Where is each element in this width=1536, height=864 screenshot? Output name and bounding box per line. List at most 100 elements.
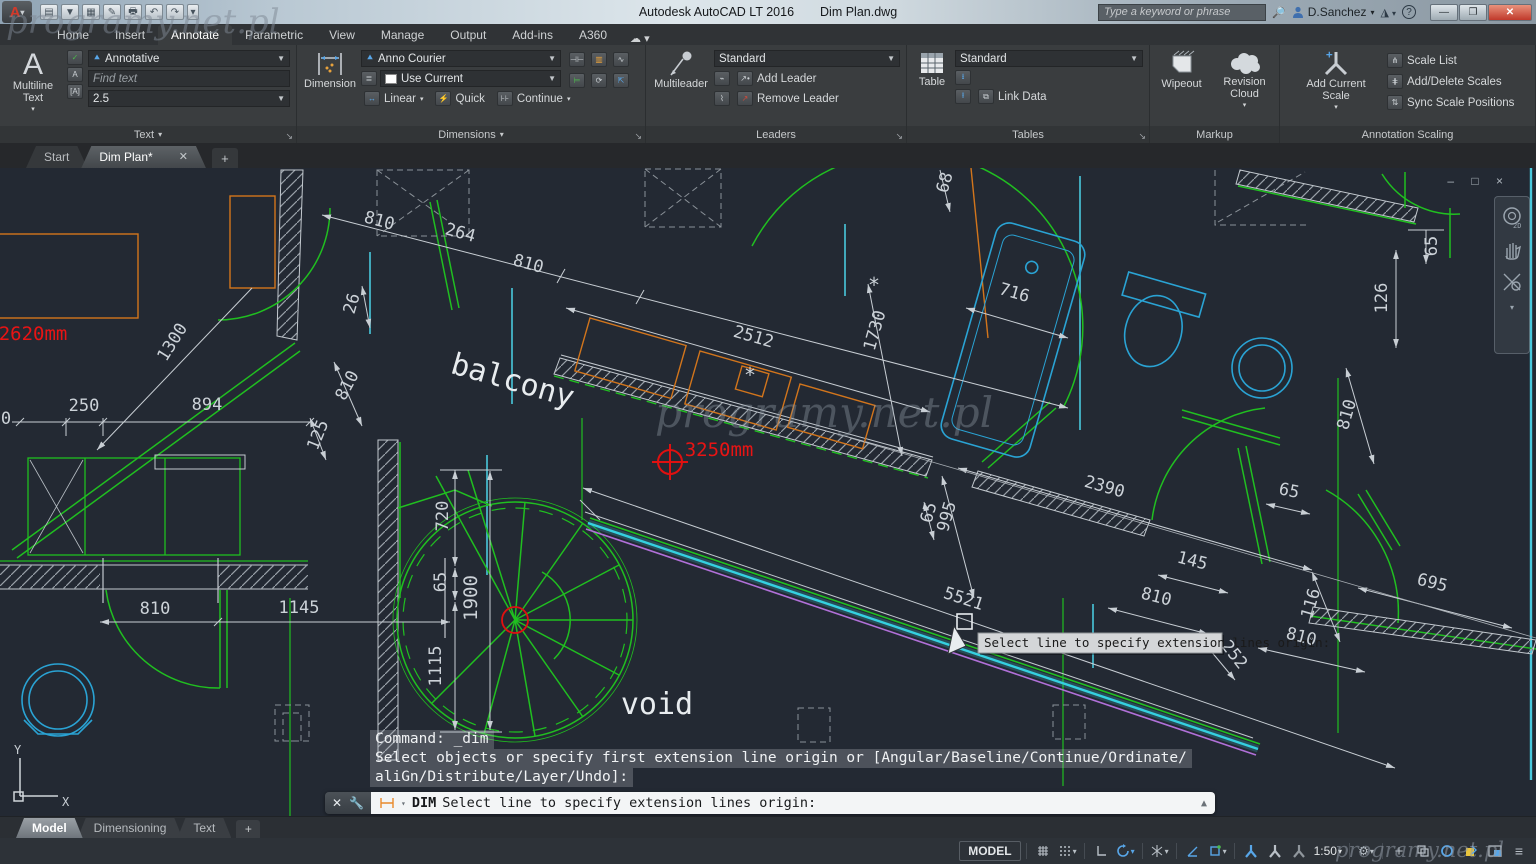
file-tab-dimplan[interactable]: Dim Plan*✕ — [81, 146, 206, 168]
remove-leader-button[interactable]: ↗ Remove Leader — [734, 90, 842, 107]
clean-screen-button[interactable] — [1484, 841, 1506, 861]
tab-insert[interactable]: Insert — [102, 25, 158, 45]
isometric-drafting-toggle[interactable]: ▾ — [1148, 841, 1171, 861]
panel-text-footer[interactable]: Text▾ ↘ — [0, 126, 296, 143]
dim-layer-icon[interactable]: ≣ — [361, 71, 377, 86]
dim-inspect-icon[interactable]: ⊨ — [569, 73, 585, 88]
ribbon-options-cloud-icon[interactable]: ☁ ▾ — [630, 32, 650, 45]
find-text-input[interactable] — [88, 70, 290, 87]
panel-annotation-scaling-footer[interactable]: Annotation Scaling — [1280, 126, 1535, 143]
panel-dimensions-footer[interactable]: Dimensions▾ ↘ — [297, 126, 645, 143]
command-customize-wrench-icon[interactable]: 🔧 — [349, 796, 364, 810]
object-snap-toggle[interactable]: ▾ — [1206, 841, 1229, 861]
extract-data-icon[interactable]: ⭳ — [955, 70, 971, 85]
new-file-icon[interactable]: ▤ — [40, 4, 58, 20]
dimensions-panel-launcher-icon[interactable]: ↘ — [634, 131, 642, 142]
dim-style-dropdown[interactable]: ⯅ Anno Courier▼ — [361, 50, 561, 67]
save-icon[interactable]: ▦ — [82, 4, 100, 20]
save-as-icon[interactable]: ✎ — [103, 4, 121, 20]
undo-icon[interactable]: ↶ — [145, 4, 163, 20]
table-style-dropdown[interactable]: Standard▼ — [955, 50, 1143, 67]
close-tab-icon[interactable]: ✕ — [179, 150, 188, 168]
panel-markup-footer[interactable]: Markup — [1150, 126, 1279, 143]
dim-adjust-space-icon[interactable]: ▥ — [591, 52, 607, 67]
navigation-bar[interactable]: 2D ▾ — [1494, 196, 1530, 354]
isolate-objects-button[interactable] — [1412, 841, 1434, 861]
signin-user[interactable]: D.Sanchez▾ — [1292, 5, 1375, 19]
linear-dimension-button[interactable]: ↔ Linear▾ — [361, 90, 426, 107]
add-delete-scales-button[interactable]: ⋕ Add/Delete Scales — [1384, 73, 1517, 90]
text-panel-launcher-icon[interactable]: ↘ — [285, 131, 293, 142]
pan-hand-icon[interactable] — [1501, 239, 1523, 261]
tab-output[interactable]: Output — [437, 25, 499, 45]
layout-tab-text[interactable]: Text — [177, 818, 231, 838]
tab-addins[interactable]: Add-ins — [499, 25, 566, 45]
file-tab-start[interactable]: Start — [26, 146, 87, 168]
layout-tab-dimensioning[interactable]: Dimensioning — [78, 818, 183, 838]
ortho-mode-toggle[interactable] — [1090, 841, 1112, 861]
multiline-text-button[interactable]: A Multiline Text▾ — [2, 48, 64, 123]
customization-button[interactable]: ≡ — [1508, 841, 1530, 861]
align-leaders-icon[interactable]: ⌇ — [714, 91, 730, 106]
grid-display-toggle[interactable] — [1032, 841, 1054, 861]
dim-layer-dropdown[interactable]: Use Current▼ — [380, 70, 561, 87]
layout-tab-model[interactable]: Model — [16, 818, 83, 838]
tab-manage[interactable]: Manage — [368, 25, 437, 45]
command-history-toggle-icon[interactable]: ▲ — [1201, 798, 1207, 809]
text-height-dropdown[interactable]: 2.5▼ — [88, 90, 290, 107]
text-align-icon[interactable]: A — [67, 67, 83, 82]
command-close-icon[interactable]: ✕ — [332, 796, 342, 810]
table-button[interactable]: Table — [909, 48, 955, 123]
annotation-visibility-toggle[interactable] — [1240, 841, 1262, 861]
leaders-panel-launcher-icon[interactable]: ↘ — [895, 131, 903, 142]
add-leader-button[interactable]: ↗• Add Leader — [734, 70, 819, 87]
new-tab-button[interactable]: + — [212, 148, 238, 168]
text-style-dropdown[interactable]: ⯅ Annotative▼ — [88, 50, 290, 67]
polar-tracking-toggle[interactable]: ▾ — [1114, 841, 1137, 861]
qat-customize-icon[interactable]: ▾ — [187, 4, 199, 20]
multileader-button[interactable]: Multileader — [648, 48, 714, 123]
command-options-caret-icon[interactable]: ▾ — [401, 799, 406, 808]
dim-jog-line-icon[interactable]: ∿ — [613, 52, 629, 67]
new-layout-button[interactable]: + — [236, 820, 260, 838]
multileader-style-dropdown[interactable]: Standard▼ — [714, 50, 900, 67]
exchange-apps-icon[interactable]: ◮ ▾ — [1380, 6, 1396, 19]
upload-link-icon[interactable]: ⭱ — [955, 89, 971, 104]
dim-break-icon[interactable]: ⊣⊢ — [569, 52, 585, 67]
panel-leaders-footer[interactable]: Leaders ↘ — [646, 126, 906, 143]
dimension-button[interactable]: Dimension — [299, 48, 361, 123]
spell-check-icon[interactable]: ✓ — [67, 50, 83, 65]
restore-button[interactable]: ❐ — [1459, 4, 1487, 21]
annotation-scale-button[interactable]: 1:50▾ — [1312, 841, 1344, 861]
sync-scale-positions-button[interactable]: ⇅ Sync Scale Positions — [1384, 94, 1517, 111]
workspace-switching-button[interactable]: ⚙▾ — [1355, 841, 1377, 861]
tab-view[interactable]: View — [316, 25, 368, 45]
command-bar[interactable]: ✕ 🔧 ▾ DIM Select line to specify extensi… — [325, 792, 1215, 814]
model-space-button[interactable]: MODEL — [959, 841, 1020, 861]
application-menu-button[interactable]: A▾ — [2, 1, 32, 23]
text-frame-icon[interactable]: [A] — [67, 84, 83, 99]
autoscale-toggle[interactable] — [1264, 841, 1286, 861]
command-input[interactable]: ▾ DIM Select line to specify extension l… — [371, 792, 1215, 814]
add-current-scale-button[interactable]: + Add Current Scale▾ — [1294, 48, 1378, 123]
tab-annotate[interactable]: Annotate — [158, 25, 232, 45]
tab-a360[interactable]: A360 — [566, 25, 620, 45]
help-search-input[interactable] — [1098, 4, 1266, 21]
annotation-monitor-button[interactable]: + — [1388, 841, 1410, 861]
search-binoculars-icon[interactable]: 🔎 — [1272, 6, 1286, 19]
graphics-performance-button[interactable] — [1436, 841, 1458, 861]
link-data-button[interactable]: ⧉ Link Data — [975, 88, 1050, 105]
steering-wheel-icon[interactable]: 2D — [1501, 207, 1523, 229]
zoom-extents-icon[interactable] — [1501, 271, 1523, 293]
tables-panel-launcher-icon[interactable]: ↘ — [1138, 131, 1146, 142]
scale-list-button[interactable]: ⋔ Scale List — [1384, 52, 1517, 69]
minimize-button[interactable]: — — [1430, 4, 1458, 21]
tab-home[interactable]: Home — [44, 25, 102, 45]
dim-reassociate-icon[interactable]: ⇱ — [613, 73, 629, 88]
snap-mode-toggle[interactable]: ▾ — [1056, 841, 1079, 861]
panel-tables-footer[interactable]: Tables ↘ — [907, 126, 1149, 143]
help-icon[interactable]: ? — [1402, 5, 1416, 19]
object-snap-tracking-toggle[interactable] — [1182, 841, 1204, 861]
plot-icon[interactable]: 🖶 — [124, 4, 142, 20]
viewport-window-controls[interactable]: – □ × — [1447, 174, 1510, 188]
